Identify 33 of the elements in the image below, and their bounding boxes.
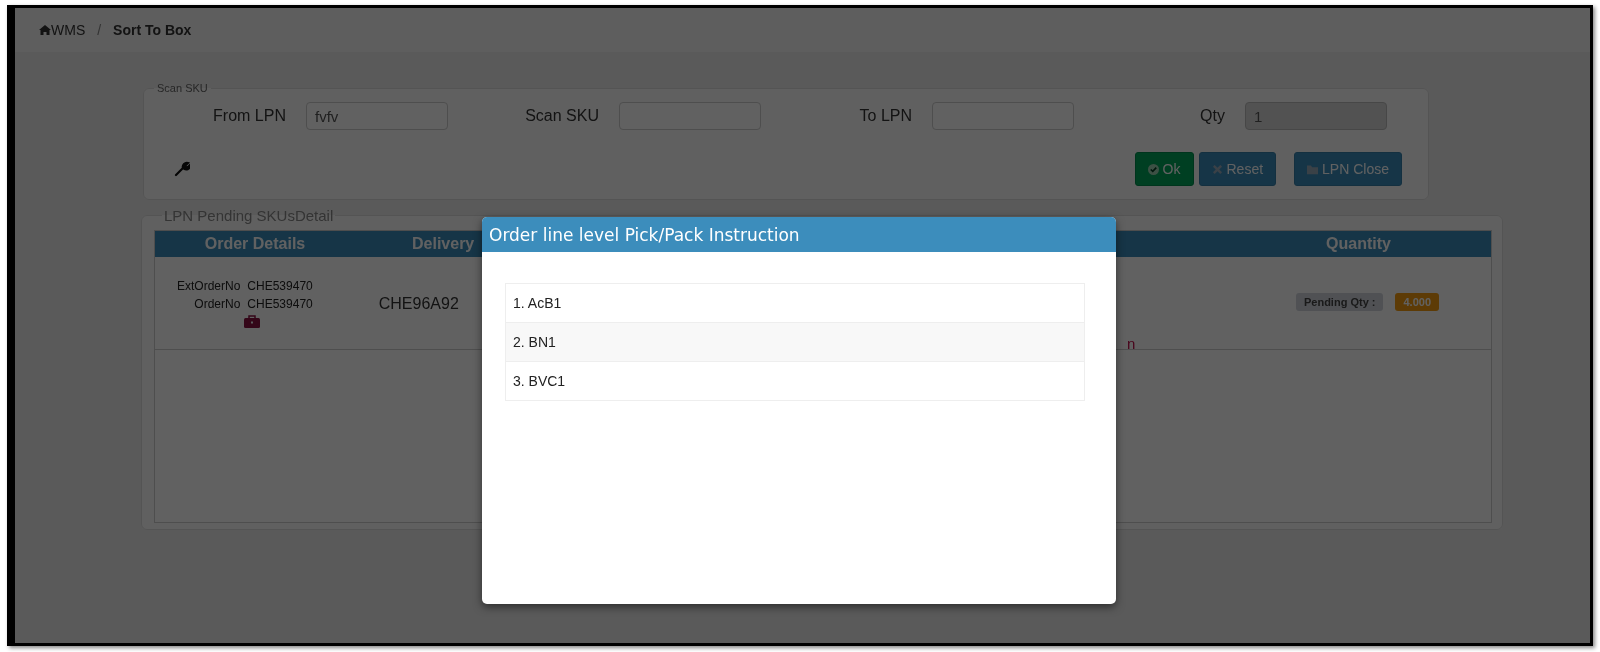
field-label: To LPN [858, 107, 912, 125]
field-label: Qty [1199, 107, 1225, 125]
wrench-icon[interactable] [174, 161, 190, 177]
action-button[interactable]: Reset [1198, 152, 1277, 186]
table-cell: CHE96A92 [378, 295, 459, 313]
close-icon [1211, 163, 1223, 175]
panel-legend: Scan SKU [154, 82, 211, 94]
column-header: Order Details [203, 235, 307, 253]
field-label: From LPN [212, 107, 286, 125]
check-circle-icon [1147, 163, 1159, 175]
order-label: OrderNo [194, 297, 241, 311]
instruction-row: 2. BN1 [506, 322, 1084, 361]
column-header: Delivery [412, 235, 475, 253]
home-icon [39, 25, 51, 35]
action-button[interactable]: LPN Close [1294, 152, 1402, 186]
pending-qty-label: Pending Qty : [1295, 293, 1384, 311]
pending-qty-badge: 4.000 [1395, 293, 1439, 311]
briefcase-icon[interactable] [243, 315, 260, 328]
breadcrumb-separator: / [97, 22, 102, 38]
modal-title: Order line level Pick/Pack Instruction [482, 217, 1116, 252]
order-number: CHE539470 [247, 297, 313, 311]
ext-order-number: CHE539470 [247, 279, 313, 293]
folder-icon [1307, 163, 1319, 175]
input-field[interactable]: fvfv [306, 102, 448, 130]
breadcrumb-link[interactable]: WMS [39, 22, 86, 38]
status-text: n [1127, 335, 1136, 352]
field-label: Scan SKU [524, 107, 599, 125]
action-button[interactable]: Ok [1134, 152, 1194, 186]
instruction-row-text: 1. AcB1 [512, 294, 563, 313]
page-title: Sort To Box [113, 22, 192, 38]
column-header: Quantity [1326, 235, 1391, 253]
ext-order-label: ExtOrderNo [177, 279, 241, 293]
instruction-row: 3. BVC1 [506, 361, 1084, 400]
